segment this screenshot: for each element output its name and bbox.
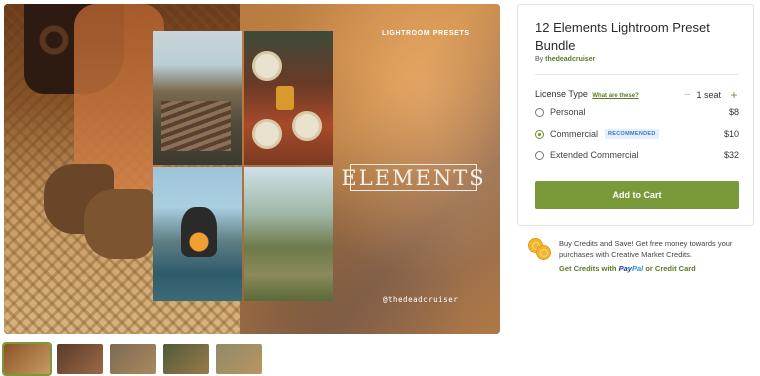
coins-icon [528,238,552,262]
add-to-cart-button[interactable]: Add to Cart [535,181,739,209]
credits-promo-text: Buy Credits and Save! Get free money tow… [559,239,733,259]
author-prefix: By [535,56,544,63]
license-option-price: $8 [728,107,739,117]
seat-decrease-button[interactable]: − [682,89,692,101]
seat-stepper: − 1 seat + [682,88,739,102]
license-option-label: Extended Commercial [550,150,639,160]
collage-photo-landscape [244,167,333,301]
license-option-personal[interactable]: Personal $8 [535,105,739,119]
hero-photo-collage [153,31,333,301]
hero-photo-boot [84,189,154,259]
author-line: By thedeadcruiser [535,56,595,63]
thumbnail-2[interactable] [57,344,103,374]
thumbnail-4[interactable] [163,344,209,374]
product-title: 12 Elements Lightroom Preset Bundle [535,20,710,53]
license-option-label: Commercial [550,129,599,139]
recommended-badge: RECOMMENDED [605,129,659,139]
credits-link-suffix: or Credit Card [645,264,696,273]
collage-photo-fireplace [153,167,242,301]
thumbnail-5[interactable] [216,344,262,374]
hero-overlay-subtitle: LIGHTROOM PRESETS [382,30,470,37]
license-option-extended-commercial[interactable]: Extended Commercial $32 [535,148,739,162]
collage-photo-food [244,31,333,165]
purchase-card: 12 Elements Lightroom Preset Bundle By t… [517,4,754,226]
thumbnail-3[interactable] [110,344,156,374]
radio-extended-commercial[interactable] [535,150,544,160]
thumbnail-1[interactable] [2,342,52,376]
collage-photo-stairs [153,31,242,165]
license-type-label: License Type [535,89,588,99]
license-option-label: Personal [550,107,586,117]
hero-overlay-handle: @thedeadcruiser [383,295,459,304]
seat-increase-button[interactable]: + [729,88,739,102]
radio-personal[interactable] [535,107,544,117]
radio-commercial[interactable] [535,129,544,139]
license-option-commercial[interactable]: Commercial RECOMMENDED $10 [535,127,739,141]
author-link[interactable]: thedeadcruiser [545,56,595,63]
credits-link-prefix: Get Credits with [559,264,617,273]
get-credits-link[interactable]: Get Credits with PayPal or Credit Card [559,264,696,273]
license-help-link[interactable]: What are these? [592,93,638,99]
paypal-logo: PayPal [618,264,644,273]
license-option-price: $10 [723,129,739,139]
license-option-price: $32 [723,150,739,160]
divider [535,74,739,75]
seat-count: 1 seat [696,90,721,100]
license-header: License Type What are these? − 1 seat + [535,88,739,103]
hero-overlay-title: ELEMENTS [341,164,486,191]
